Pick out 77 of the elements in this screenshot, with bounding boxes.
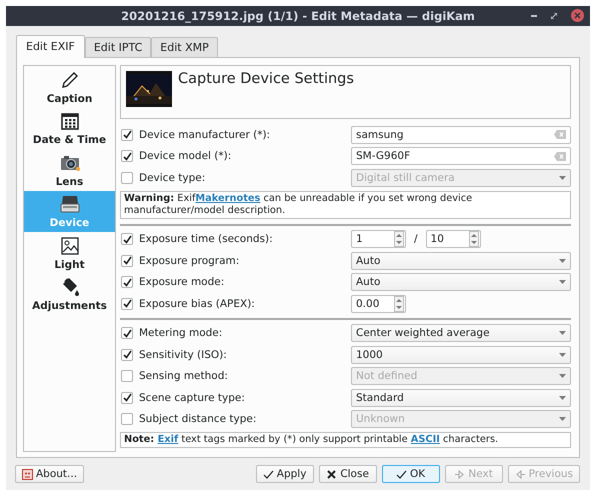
checkbox[interactable] xyxy=(121,128,133,141)
arrow-left-icon xyxy=(514,468,526,480)
checkbox[interactable] xyxy=(121,298,133,310)
close-icon[interactable] xyxy=(571,9,584,22)
stepper-icon[interactable] xyxy=(468,231,479,248)
checkbox[interactable] xyxy=(121,370,133,382)
separator-text: / xyxy=(414,233,418,246)
section-title: Capture Device Settings xyxy=(178,71,354,89)
scanner-icon xyxy=(58,193,80,215)
warning-text: Warning: ExifMakernotes can be unreadable if you set wrong device manufacturer/model description. xyxy=(120,190,571,218)
checkbox[interactable] xyxy=(121,392,133,404)
field-label: Device manufacturer (*): xyxy=(139,128,270,141)
checkbox[interactable] xyxy=(121,233,133,246)
field-label: Device type: xyxy=(139,172,206,184)
check-icon xyxy=(396,468,408,480)
caret-icon xyxy=(559,417,566,422)
caret-icon xyxy=(559,374,566,378)
field-label: Exposure mode: xyxy=(139,276,224,288)
field-label: Exposure time (seconds): xyxy=(139,233,273,246)
calendar-icon xyxy=(58,110,80,132)
field-label: Sensitivity (ISO): xyxy=(139,348,227,361)
dialog-button[interactable]: Apply xyxy=(256,464,314,484)
close-icon xyxy=(326,468,338,480)
checkbox[interactable] xyxy=(121,150,133,162)
checkbox[interactable] xyxy=(121,172,133,184)
tab[interactable]: Edit IPTC xyxy=(84,37,152,57)
arrow-right-icon xyxy=(454,468,466,480)
sidebar-item[interactable]: Lens xyxy=(24,149,115,190)
about-icon xyxy=(22,468,33,480)
field-label: Exposure program: xyxy=(139,254,240,267)
field-label: Scene capture type: xyxy=(139,392,245,404)
dropdown[interactable]: Auto xyxy=(351,252,571,270)
sidebar-item[interactable]: Date & Time xyxy=(24,108,115,149)
caret-icon xyxy=(559,258,566,263)
dialog-button[interactable]: OK xyxy=(382,464,440,484)
minimize-icon[interactable] xyxy=(531,14,537,16)
field-label: Sensing method: xyxy=(139,370,228,382)
spin-box[interactable]: 1 xyxy=(351,230,406,248)
link[interactable]: Exif xyxy=(158,434,178,445)
sidebar-item[interactable]: Caption xyxy=(24,66,115,108)
stepper-icon[interactable] xyxy=(394,231,404,248)
sidebar-item[interactable]: Light xyxy=(24,232,115,274)
dropdown[interactable]: Standard xyxy=(351,388,571,407)
link[interactable]: Makernotes xyxy=(195,192,260,204)
caret-icon xyxy=(559,176,566,180)
text-field[interactable]: samsung xyxy=(351,126,571,144)
window-title: 20201216_175912.jpg (1/1) - Edit Metadata — digiKam xyxy=(121,9,475,23)
caret-icon xyxy=(559,396,566,400)
checkbox[interactable] xyxy=(121,413,133,426)
about-button[interactable]: About... xyxy=(15,464,84,484)
text-field[interactable]: SM-G960F xyxy=(351,147,571,166)
checkbox[interactable] xyxy=(121,327,133,340)
caret-icon xyxy=(559,352,566,357)
dropdown[interactable]: Center weighted average xyxy=(351,324,571,342)
image-icon xyxy=(58,234,80,256)
link[interactable]: ASCII xyxy=(410,434,440,445)
dropdown[interactable]: Auto xyxy=(351,273,571,292)
tab[interactable]: Edit XMP xyxy=(151,37,218,57)
sidebar-item[interactable]: Adjustments xyxy=(24,274,115,315)
stepper-icon[interactable] xyxy=(394,296,404,312)
field-label: Metering mode: xyxy=(139,327,222,340)
tab[interactable]: Edit EXIF xyxy=(16,35,85,58)
checkbox[interactable] xyxy=(121,254,133,267)
check-icon xyxy=(262,468,274,480)
checkbox[interactable] xyxy=(121,276,133,288)
checkbox[interactable] xyxy=(121,348,133,361)
note-text: Note: Exif text tags marked by (*) only support printable ASCII characters. xyxy=(120,432,571,448)
dropdown[interactable]: 1000 xyxy=(351,346,571,364)
field-label: Subject distance type: xyxy=(139,413,256,426)
restore-icon[interactable] xyxy=(551,12,557,18)
spin-box[interactable]: 10 xyxy=(426,230,481,248)
spin-box[interactable]: 0.00 xyxy=(351,294,406,313)
field-label: Exposure bias (APEX): xyxy=(139,298,255,310)
dialog-button[interactable]: Close xyxy=(318,464,377,484)
field-label: Device model (*): xyxy=(139,150,232,162)
caret-icon xyxy=(559,331,566,336)
caret-icon xyxy=(559,280,566,284)
